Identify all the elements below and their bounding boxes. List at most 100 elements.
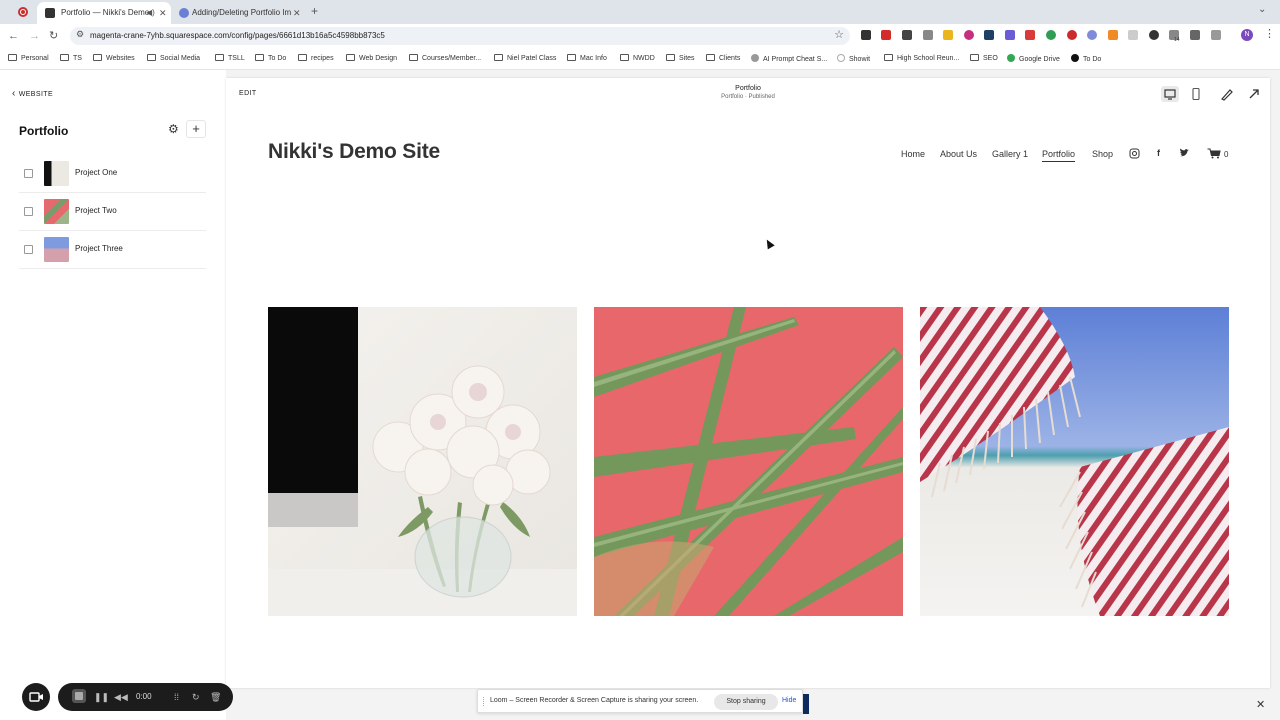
profile-avatar[interactable]: N — [1241, 29, 1253, 41]
close-tab-icon[interactable]: ✕ — [293, 2, 301, 24]
back-to-website-link[interactable]: ‹ WEBSITE — [12, 88, 53, 99]
squarespace-favicon-icon — [45, 8, 55, 18]
striped-beach-umbrella-image — [920, 307, 1229, 616]
extension-icon[interactable] — [1087, 30, 1097, 40]
extension-icon[interactable] — [1046, 30, 1056, 40]
page-preview: EDIT Portfolio Portfolio · Published Nik… — [226, 78, 1270, 688]
arrow-up-right-icon — [1249, 89, 1259, 99]
paintbrush-icon — [1221, 89, 1233, 101]
drawing-tool-icon[interactable]: ⁞⁞ — [174, 690, 179, 704]
extension-icon[interactable] — [1067, 30, 1077, 40]
bookmark-folder[interactable]: NWDD — [620, 54, 655, 64]
extension-icon[interactable] — [1190, 30, 1200, 40]
close-icon[interactable]: ✕ — [1256, 698, 1265, 711]
extension-icon[interactable] — [943, 30, 953, 40]
project-checkbox[interactable] — [24, 207, 33, 216]
address-bar[interactable]: ⚙ magenta-crane-7yhb.squarespace.com/con… — [70, 27, 850, 45]
bookmark-folder[interactable]: Websites — [93, 54, 135, 64]
twitter-icon[interactable] — [1179, 148, 1190, 160]
recording-controls-bar: ❚❚ ◀◀ 0:00 ⁞⁞ ↻ 🗑 — [58, 683, 233, 711]
trash-icon[interactable]: 🗑 — [210, 690, 221, 704]
portfolio-tile-project-two[interactable] — [594, 307, 903, 616]
bookmark-label: Sites — [679, 55, 695, 62]
desktop-view-button[interactable] — [1161, 86, 1179, 102]
bookmark-link[interactable]: To Do — [1071, 54, 1101, 65]
portfolio-tile-project-one[interactable] — [268, 307, 577, 616]
bookmark-link[interactable]: Showit — [837, 54, 870, 65]
bookmark-link[interactable]: AI Prompt Cheat S... — [751, 54, 827, 65]
gear-icon[interactable]: ⚙ — [168, 122, 179, 136]
site-title[interactable]: Nikki's Demo Site — [268, 140, 440, 164]
site-settings-icon[interactable]: ⚙ — [76, 29, 84, 40]
site-nav-portfolio[interactable]: Portfolio — [1042, 149, 1076, 162]
forward-arrow-icon[interactable]: → — [29, 28, 40, 44]
bookmark-star-icon[interactable]: ☆ — [834, 28, 844, 41]
site-nav-about-us[interactable]: About Us — [940, 149, 977, 159]
stop-recording-button[interactable] — [72, 689, 86, 703]
extension-icon[interactable] — [984, 30, 994, 40]
extension-icon[interactable] — [1149, 30, 1159, 40]
extension-icon[interactable] — [1128, 30, 1138, 40]
project-row-two[interactable]: Project Two — [19, 193, 206, 231]
bookmark-folder[interactable]: recipes — [298, 54, 334, 64]
folder-icon — [93, 54, 102, 61]
bookmark-folder[interactable]: Social Media — [147, 54, 200, 64]
facebook-icon[interactable]: f — [1157, 148, 1160, 158]
bookmark-folder[interactable]: Mac Info — [567, 54, 607, 64]
bookmark-folder[interactable]: SEO — [970, 54, 998, 64]
bookmark-folder[interactable]: To Do — [255, 54, 286, 64]
rewind-icon[interactable]: ◀◀ — [114, 690, 128, 704]
project-row-one[interactable]: Project One — [19, 155, 206, 193]
extension-icon[interactable] — [1005, 30, 1015, 40]
bookmark-label: recipes — [311, 55, 334, 62]
extension-grid-icon[interactable] — [902, 30, 912, 40]
restart-icon[interactable]: ↻ — [192, 690, 200, 704]
bookmark-folder[interactable]: Courses/Member... — [409, 54, 481, 64]
extension-icon[interactable] — [964, 30, 974, 40]
portfolio-tile-project-three[interactable] — [920, 307, 1229, 616]
bookmark-folder[interactable]: TSLL — [215, 54, 245, 64]
browser-tab-portfolio[interactable]: Portfolio — Nikki's Demo ◀) ✕ — [37, 2, 171, 24]
extension-icon[interactable] — [1108, 30, 1118, 40]
back-arrow-icon[interactable]: ← — [8, 28, 19, 44]
folder-icon — [298, 54, 307, 61]
extensions-puzzle-icon[interactable] — [1211, 30, 1221, 40]
add-project-button[interactable]: + — [186, 120, 206, 138]
bookmark-folder[interactable]: TS — [60, 54, 82, 64]
instagram-icon[interactable] — [1129, 148, 1140, 161]
browser-menu-icon[interactable]: ⋮ — [1264, 27, 1275, 40]
pause-icon[interactable]: ❚❚ — [94, 690, 109, 704]
desktop-icon — [1164, 89, 1176, 100]
mobile-view-button[interactable] — [1187, 86, 1205, 102]
extension-icon[interactable] — [861, 30, 871, 40]
bookmark-folder[interactable]: Web Design — [346, 54, 397, 64]
bookmark-folder[interactable]: Sites — [666, 54, 695, 64]
extension-icon[interactable] — [881, 30, 891, 40]
reload-icon[interactable]: ↻ — [49, 28, 58, 44]
cart-icon[interactable] — [1207, 148, 1221, 161]
project-checkbox[interactable] — [24, 245, 33, 254]
camera-toggle-button[interactable] — [22, 683, 50, 711]
browser-tab-adding-deleting[interactable]: Adding/Deleting Portfolio Im ✕ — [171, 2, 305, 24]
speaker-icon[interactable]: ◀) — [146, 2, 155, 24]
bookmark-link[interactable]: Google Drive — [1007, 54, 1060, 65]
close-tab-icon[interactable]: ✕ — [159, 2, 167, 24]
bookmark-folder[interactable]: Clients — [706, 54, 740, 64]
extension-icon[interactable] — [1025, 30, 1035, 40]
drag-handle-icon[interactable] — [483, 697, 485, 706]
extension-icon[interactable] — [923, 30, 933, 40]
stop-sharing-button[interactable]: Stop sharing — [714, 694, 778, 710]
tab-search-chevron-icon[interactable]: ⌄ — [1258, 4, 1266, 15]
site-nav-home[interactable]: Home — [901, 149, 925, 159]
project-checkbox[interactable] — [24, 169, 33, 178]
project-row-three[interactable]: Project Three — [19, 231, 206, 269]
hide-link[interactable]: Hide — [782, 697, 796, 704]
site-nav-shop[interactable]: Shop — [1092, 149, 1113, 159]
bookmark-folder[interactable]: High School Reun... — [884, 54, 959, 64]
site-styles-button[interactable] — [1218, 86, 1236, 102]
bookmark-folder[interactable]: Niel Patel Class — [494, 54, 556, 64]
bookmark-folder[interactable]: Personal — [8, 54, 49, 64]
new-tab-button[interactable]: + — [311, 4, 318, 18]
open-site-button[interactable] — [1245, 86, 1263, 102]
site-nav-gallery-1[interactable]: Gallery 1 — [992, 149, 1028, 159]
